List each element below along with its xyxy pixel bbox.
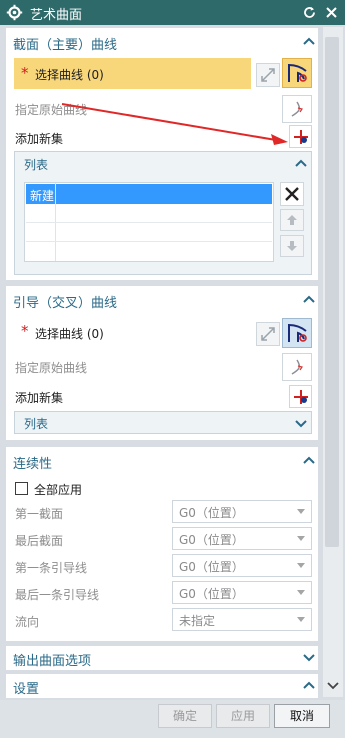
add-set-icon <box>294 130 308 144</box>
reset-icon[interactable] <box>302 5 317 20</box>
chevron-down-icon <box>297 563 305 568</box>
reverse-direction-icon <box>261 327 275 341</box>
close-icon[interactable] <box>324 5 339 20</box>
continuity-row-label: 最后一条引导线 <box>15 588 100 602</box>
continuity-row-label: 第一截面 <box>15 507 64 521</box>
apply-all-label: 全部应用 <box>34 483 83 497</box>
curve-select-icon <box>288 323 307 342</box>
chevron-up-icon[interactable] <box>303 293 315 305</box>
add-set-icon <box>294 390 308 404</box>
add-new-set-label: 添加新集 <box>15 132 64 146</box>
apply-all-checkbox[interactable] <box>15 482 28 495</box>
continuity-row-label: 最后截面 <box>15 534 64 548</box>
select-value: 未指定 <box>179 614 216 628</box>
chevron-down-icon[interactable] <box>303 651 315 663</box>
add-new-set-button[interactable] <box>289 385 312 408</box>
section-continuity-title[interactable]: 连续性 <box>13 453 52 472</box>
chevron-up-icon[interactable] <box>303 454 315 466</box>
select-curve-label[interactable]: 选择曲线 (0) <box>35 325 104 342</box>
reverse-direction-icon <box>261 68 275 82</box>
chevron-down-icon <box>297 617 305 622</box>
required-marker: * <box>21 64 29 82</box>
section-settings-title[interactable]: 设置 <box>13 678 39 697</box>
continuity-select[interactable]: G0（位置） <box>172 527 312 550</box>
title-bar: 艺术曲面 <box>0 0 345 25</box>
select-curve-label: 选择曲线 (0) <box>35 68 104 82</box>
continuity-select[interactable]: 未指定 <box>172 608 312 631</box>
add-new-set-label: 添加新集 <box>15 391 64 405</box>
origin-curve-icon <box>291 101 303 117</box>
select-value: G0（位置） <box>179 560 244 574</box>
scrollbar[interactable] <box>323 27 343 697</box>
gear-icon[interactable] <box>6 4 23 21</box>
select-value: G0（位置） <box>179 533 244 547</box>
list-panel-collapsed[interactable]: 列表 <box>14 411 312 434</box>
list-row[interactable] <box>26 223 272 242</box>
curve-selector-button[interactable] <box>282 318 312 348</box>
arrow-up-icon <box>287 215 297 225</box>
continuity-row-label: 第一条引导线 <box>15 561 88 575</box>
arrow-down-icon <box>287 241 297 251</box>
list-title: 列表 <box>24 417 49 431</box>
dialog-title: 艺术曲面 <box>30 8 83 23</box>
scroll-down-icon[interactable] <box>327 681 339 691</box>
list-row[interactable] <box>26 242 272 261</box>
section-guide-curves-title[interactable]: 引导（交叉）曲线 <box>13 292 117 311</box>
chevron-down-icon <box>297 509 305 514</box>
origin-curve-label: 指定原始曲线 <box>15 361 88 375</box>
move-up-button[interactable] <box>280 209 304 231</box>
delete-icon <box>285 187 299 201</box>
curve-select-icon <box>288 63 307 82</box>
list-cell: 新建 <box>30 189 55 203</box>
annotation-arrow <box>61 103 288 145</box>
chevron-down-icon <box>297 590 305 595</box>
origin-curve-icon <box>291 359 303 375</box>
cancel-button[interactable]: 取消 <box>274 704 330 728</box>
continuity-select[interactable]: G0（位置） <box>172 554 312 577</box>
reverse-direction-button[interactable] <box>256 322 280 346</box>
chevron-down-icon <box>297 536 305 541</box>
section-settings[interactable] <box>6 674 318 698</box>
move-down-button[interactable] <box>280 235 304 257</box>
required-marker: * <box>21 322 29 340</box>
section-output-options-title[interactable]: 输出曲面选项 <box>13 650 91 669</box>
chevron-up-icon[interactable] <box>295 157 307 169</box>
list-table[interactable]: 新建 <box>24 182 274 262</box>
continuity-select[interactable]: G0（位置） <box>172 500 312 523</box>
continuity-select[interactable]: G0（位置） <box>172 581 312 604</box>
reverse-direction-button[interactable] <box>256 63 280 87</box>
add-new-set-button[interactable] <box>289 125 312 148</box>
delete-button[interactable] <box>280 182 304 206</box>
curve-selector-button[interactable] <box>282 58 312 88</box>
chevron-up-icon[interactable] <box>303 35 315 47</box>
continuity-row-label: 流向 <box>15 615 40 629</box>
list-row-selected[interactable]: 新建 <box>26 184 272 204</box>
select-value: G0（位置） <box>179 506 244 520</box>
select-value: G0（位置） <box>179 587 244 601</box>
list-row[interactable] <box>26 204 272 223</box>
ok-button[interactable]: 确定 <box>158 704 212 728</box>
chevron-down-icon <box>295 420 307 428</box>
origin-curve-button[interactable] <box>282 353 312 381</box>
section-section-curves-title[interactable]: 截面（主要）曲线 <box>13 34 117 53</box>
chevron-up-icon[interactable] <box>303 679 315 691</box>
list-title[interactable]: 列表 <box>24 156 48 173</box>
apply-button[interactable]: 应用 <box>216 704 270 728</box>
scrollbar-thumb[interactable] <box>325 37 339 547</box>
